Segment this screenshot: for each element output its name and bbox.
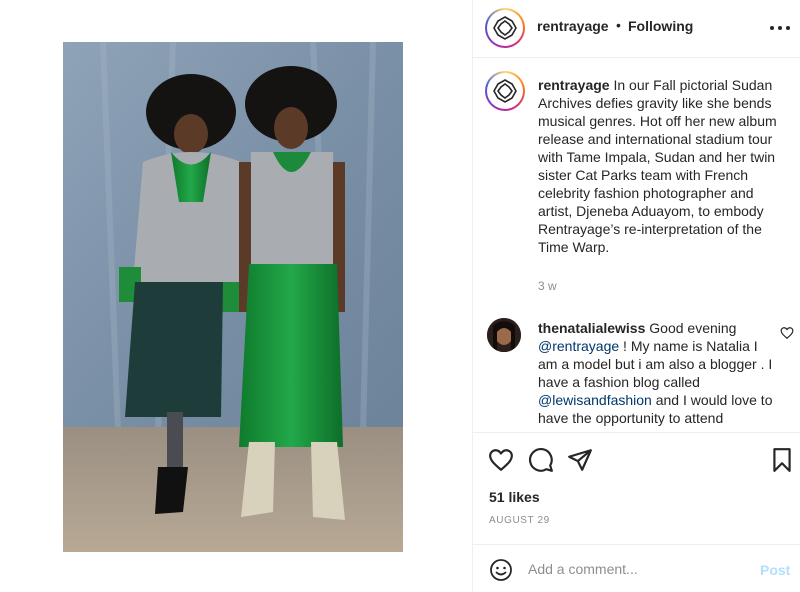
caption-avatar[interactable]	[485, 71, 525, 111]
caption-timestamp[interactable]: 3 w	[538, 279, 557, 293]
comment-icon[interactable]	[528, 447, 554, 473]
rentrayage-logo-icon	[493, 79, 517, 103]
comment-input[interactable]	[528, 557, 748, 581]
caption-username[interactable]: rentrayage	[538, 77, 610, 93]
following-button[interactable]: Following	[628, 18, 693, 34]
post-date[interactable]: AUGUST 29	[489, 515, 550, 526]
comment-username[interactable]: thenatalialewiss	[538, 320, 645, 336]
comment-text: thenatalialewiss Good evening @rentrayag…	[538, 319, 778, 427]
post-sidebar: rentrayage • Following rentrayage In our…	[473, 0, 800, 592]
avatar[interactable]	[485, 8, 525, 48]
header-username[interactable]: rentrayage	[537, 18, 609, 34]
comment-part-1: Good evening	[649, 320, 737, 336]
heart-icon[interactable]	[488, 447, 514, 473]
header-separator: •	[616, 17, 621, 33]
more-horizontal-icon[interactable]	[769, 20, 791, 36]
share-icon[interactable]	[567, 447, 593, 473]
commenter-avatar[interactable]	[487, 318, 521, 352]
post-header: rentrayage • Following	[473, 0, 800, 58]
caption-body: In our Fall pictorial Sudan Archives def…	[538, 77, 777, 255]
post-actions: 51 likes AUGUST 29	[473, 432, 800, 544]
bookmark-icon[interactable]	[769, 447, 795, 473]
add-comment-bar: Post	[473, 544, 800, 592]
post-button[interactable]: Post	[760, 562, 790, 578]
post-media-pane	[0, 0, 472, 592]
post-photo[interactable]	[63, 42, 403, 552]
emoji-icon[interactable]	[489, 558, 513, 582]
mention-link[interactable]: @rentrayage	[538, 338, 619, 354]
caption-text: rentrayage In our Fall pictorial Sudan A…	[538, 76, 788, 256]
comment-heart-icon[interactable]	[780, 326, 794, 340]
mention-link[interactable]: @lewisandfashion	[538, 392, 652, 408]
rentrayage-logo-icon	[493, 16, 517, 40]
likes-count[interactable]: 51 likes	[489, 489, 540, 505]
comments-section[interactable]: rentrayage In our Fall pictorial Sudan A…	[473, 59, 800, 432]
